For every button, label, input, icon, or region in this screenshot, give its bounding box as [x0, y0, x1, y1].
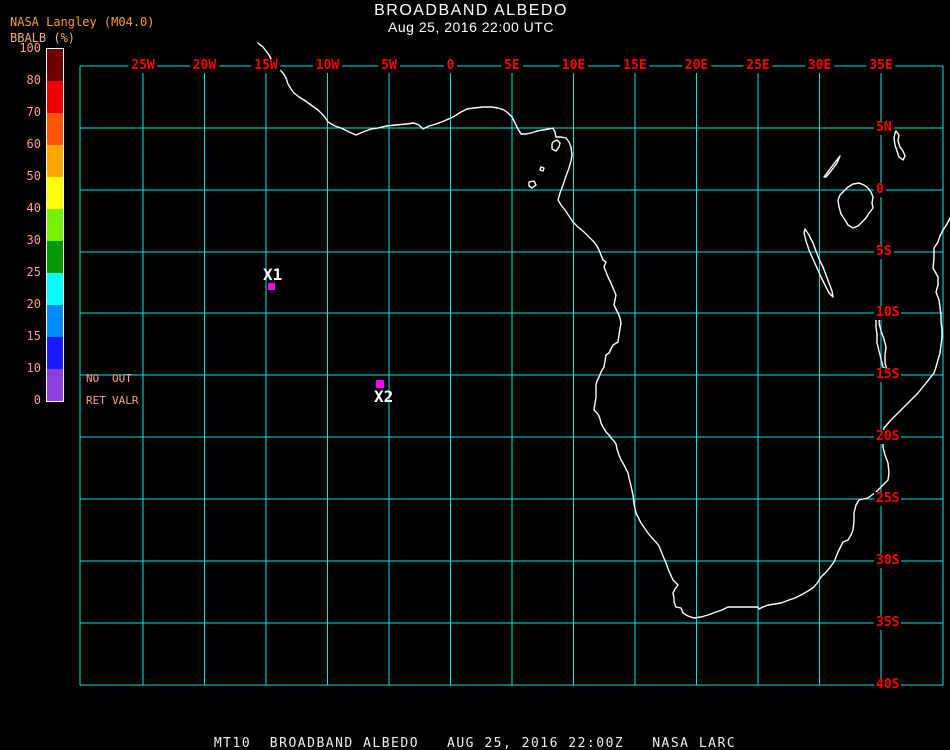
colorbar-tick-label: 60	[26, 137, 41, 151]
lon-label: 35E	[866, 59, 896, 73]
colorbar	[46, 48, 64, 402]
lat-label: 20S	[874, 429, 902, 444]
colorbar-tick-label: 15	[26, 329, 41, 343]
flag-out: OUT	[112, 372, 132, 385]
lat-label: 40S	[874, 677, 902, 692]
colorbar-segment	[47, 209, 63, 241]
colorbar-segment	[47, 241, 63, 273]
flag-valr: VALR	[112, 394, 139, 407]
island-sao-tome	[528, 180, 537, 189]
colorbar-segment	[47, 177, 63, 209]
colorbar-segment	[47, 273, 63, 305]
source-line: NASA Langley (M04.0)	[10, 15, 155, 29]
flag-no: NO	[86, 372, 100, 385]
lon-label: 15W	[251, 59, 281, 73]
marker-square-x1	[268, 283, 275, 290]
lake-tanganyika	[803, 228, 834, 298]
lat-label: 10S	[874, 305, 902, 320]
lat-label: 5N	[874, 120, 894, 135]
colorbar-tick-label: 0	[33, 393, 41, 407]
colorbar-segment	[47, 369, 63, 401]
colorbar-segment	[47, 49, 63, 81]
lat-label: 35S	[874, 615, 902, 630]
lat-label: 30S	[874, 553, 902, 568]
lon-label: 15E	[620, 59, 650, 73]
marker-label-x1: X1	[263, 265, 283, 284]
lon-label: 5W	[378, 59, 400, 73]
lon-label: 5E	[501, 59, 523, 73]
colorbar-tick-label: 10	[26, 361, 41, 375]
lon-label: 10E	[558, 59, 589, 73]
colorbar-tick-label: 70	[26, 105, 41, 119]
lake-turkana	[893, 130, 906, 161]
colorbar-segment	[47, 113, 63, 145]
plot-datetime: Aug 25, 2016 22:00 UTC	[388, 19, 554, 35]
albedo-plot-page: NASA Langley (M04.0) BBALB (%) BROADBAND…	[0, 0, 950, 750]
marker-label-x2: X2	[374, 387, 394, 406]
island-principe	[539, 166, 545, 172]
lat-label: 15S	[874, 367, 902, 382]
colorbar-tick-label: 40	[26, 201, 41, 215]
colorbar-tick-label: 30	[26, 233, 41, 247]
lon-label: 20W	[189, 59, 220, 73]
colorbar-tick-label: 20	[26, 297, 41, 311]
lat-label: 0	[874, 182, 886, 197]
lon-label: 10W	[312, 59, 343, 73]
flag-ret: RET	[86, 394, 106, 407]
lat-label: 25S	[874, 491, 902, 506]
coastline-africa	[257, 42, 950, 619]
lon-label: 30E	[804, 59, 835, 73]
colorbar-tick-label: 25	[26, 265, 41, 279]
colorbar-tick-label: 50	[26, 169, 41, 183]
map-canvas	[79, 42, 950, 686]
colorbar-segment	[47, 337, 63, 369]
lon-label: 0	[443, 59, 458, 73]
lat-label: 5S	[874, 244, 894, 259]
footer-status-line: MT10 BROADBAND ALBEDO AUG 25, 2016 22:00…	[213, 736, 737, 750]
lon-label: 25E	[743, 59, 773, 73]
island-bioko	[551, 139, 561, 152]
colorbar-segment	[47, 81, 63, 113]
plot-title: BROADBAND ALBEDO	[374, 2, 568, 19]
latlon-grid	[79, 65, 944, 686]
colorbar-segment	[47, 305, 63, 337]
colorbar-tick-label: 80	[26, 73, 41, 87]
lon-label: 25W	[128, 59, 158, 73]
colorbar-tick-label: 100	[19, 41, 41, 55]
lake-albert	[823, 155, 841, 178]
colorbar-segment	[47, 145, 63, 177]
lon-label: 20E	[681, 59, 712, 73]
